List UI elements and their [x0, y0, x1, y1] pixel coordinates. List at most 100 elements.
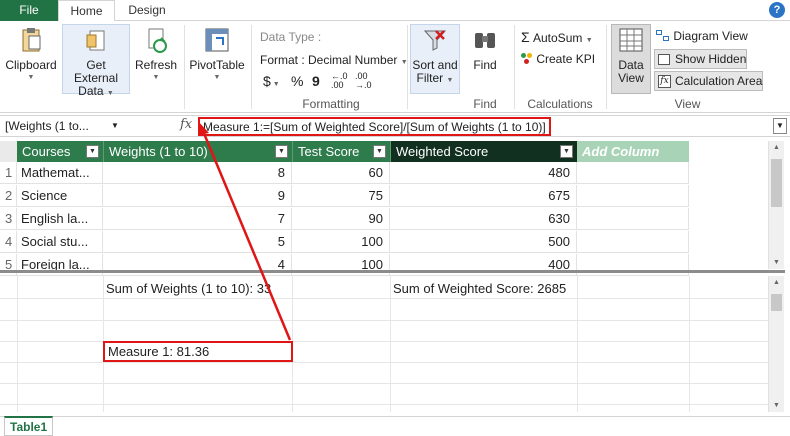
- scrollbar-thumb[interactable]: [771, 294, 782, 311]
- currency-icon: $: [263, 73, 271, 89]
- increase-decimal-icon[interactable]: ←.0.00: [331, 72, 348, 90]
- table-cell[interactable]: 675: [390, 185, 577, 207]
- scrollbar-thumb[interactable]: [771, 159, 782, 207]
- row-number[interactable]: 1: [0, 162, 17, 184]
- sort-and-filter-button[interactable]: Sort and Filter ▼: [410, 24, 460, 94]
- table-cell[interactable]: Social stu...: [17, 231, 103, 253]
- filter-dropdown-icon[interactable]: ▼: [275, 145, 288, 158]
- column-header-courses[interactable]: Courses ▼: [17, 141, 103, 162]
- filter-dropdown-icon[interactable]: ▼: [560, 145, 573, 158]
- calculation-area-button[interactable]: fx Calculation Area: [654, 71, 763, 91]
- tab-home[interactable]: Home: [58, 0, 115, 22]
- data-view-icon: [619, 28, 643, 52]
- data-view-button[interactable]: Data View: [611, 24, 651, 94]
- column-header-label: Weighted Score: [396, 144, 489, 159]
- help-icon[interactable]: ?: [769, 2, 785, 18]
- show-hidden-button[interactable]: Show Hidden: [654, 49, 747, 69]
- table-cell[interactable]: English la...: [17, 208, 103, 230]
- currency-button[interactable]: $ ▼: [263, 73, 280, 89]
- filter-dropdown-icon[interactable]: ▼: [86, 145, 99, 158]
- scroll-down-icon[interactable]: ▼: [769, 402, 784, 409]
- row-number[interactable]: 2: [0, 185, 17, 207]
- formula-bar: [Weights (1 to... ▼ fx Measure 1:=[Sum o…: [0, 115, 790, 137]
- formula-input[interactable]: Measure 1:=[Sum of Weighted Score]/[Sum …: [198, 117, 551, 136]
- table-cell[interactable]: 60: [292, 162, 390, 184]
- empty-cell[interactable]: [577, 231, 689, 253]
- create-kpi-label: Create KPI: [536, 52, 596, 66]
- comma-style-icon[interactable]: 9: [312, 73, 320, 89]
- measure-1-cell[interactable]: Measure 1: 81.36: [103, 341, 293, 362]
- tab-design[interactable]: Design: [118, 0, 176, 22]
- table-cell[interactable]: 480: [390, 162, 577, 184]
- row-number[interactable]: 3: [0, 208, 17, 230]
- scroll-up-icon[interactable]: ▲: [769, 279, 784, 286]
- clipboard-button[interactable]: Clipboard ▼: [3, 25, 59, 91]
- empty-cell[interactable]: [577, 208, 689, 230]
- column-header-test-score[interactable]: Test Score ▼: [292, 141, 390, 162]
- table-cell[interactable]: 100: [292, 231, 390, 253]
- empty-cell[interactable]: [577, 185, 689, 207]
- table-cell[interactable]: 5: [103, 231, 292, 253]
- chevron-down-icon: ▼: [213, 74, 221, 81]
- get-external-data-label-2: Data: [78, 84, 104, 98]
- find-button[interactable]: Find: [466, 25, 504, 91]
- get-external-data-button[interactable]: Get External Data ▼: [62, 24, 130, 98]
- percent-icon[interactable]: %: [291, 73, 303, 89]
- table-cell[interactable]: 8: [103, 162, 292, 184]
- table-cell[interactable]: 90: [292, 208, 390, 230]
- add-column-header[interactable]: Add Column: [577, 141, 689, 162]
- table-cell[interactable]: 7: [103, 208, 292, 230]
- empty-cell[interactable]: [577, 162, 689, 184]
- sum-of-weights-measure[interactable]: Sum of Weights (1 to 10): 33: [106, 281, 271, 296]
- row-number[interactable]: 4: [0, 231, 17, 253]
- chevron-down-icon: ▼: [152, 74, 160, 81]
- sum-of-weighted-score-measure[interactable]: Sum of Weighted Score: 2685: [393, 281, 566, 296]
- expand-formula-icon[interactable]: ▼: [773, 118, 787, 134]
- kpi-icon: [521, 53, 533, 65]
- filter-dropdown-icon[interactable]: ▼: [373, 145, 386, 158]
- calculation-area-label: Calculation Area: [675, 74, 763, 88]
- calc-area-vertical-scrollbar[interactable]: ▲ ▼: [768, 276, 784, 412]
- autosum-button[interactable]: Σ AutoSum ▼: [521, 29, 593, 45]
- show-hidden-label: Show Hidden: [675, 52, 747, 66]
- chevron-down-icon: ▼: [106, 90, 114, 97]
- select-all-corner[interactable]: [0, 141, 17, 162]
- scroll-down-icon[interactable]: ▼: [769, 259, 784, 266]
- create-kpi-button[interactable]: Create KPI: [521, 52, 595, 66]
- table-vertical-scrollbar[interactable]: ▲ ▼: [768, 141, 784, 269]
- diagram-view-label: Diagram View: [673, 29, 748, 43]
- calculation-area-splitter[interactable]: [0, 270, 785, 273]
- diagram-view-button[interactable]: Diagram View: [656, 29, 748, 43]
- pivottable-button[interactable]: PivotTable ▼: [187, 25, 247, 91]
- sort-filter-label-2: Filter: [416, 71, 444, 85]
- name-box[interactable]: [Weights (1 to... ▼: [5, 119, 119, 133]
- fx-icon[interactable]: fx: [180, 117, 192, 132]
- separator: [514, 25, 515, 109]
- binoculars-icon: [475, 33, 495, 48]
- table-cell[interactable]: Science: [17, 185, 103, 207]
- scroll-up-icon[interactable]: ▲: [769, 144, 784, 151]
- data-type-label: Data Type :: [260, 30, 322, 44]
- table-cell[interactable]: 75: [292, 185, 390, 207]
- find-label: Find: [473, 58, 497, 72]
- refresh-button[interactable]: Refresh ▼: [133, 25, 179, 91]
- sheet-tab-table1[interactable]: Table1: [4, 416, 54, 436]
- decrease-decimal-icon[interactable]: .00 →.0: [355, 72, 372, 90]
- chevron-down-icon: ▼: [585, 37, 593, 44]
- table-cell[interactable]: Mathemat...: [17, 162, 103, 184]
- sigma-icon: Σ: [521, 29, 530, 45]
- format-dropdown[interactable]: Format : Decimal Number ▼: [260, 53, 408, 67]
- external-data-icon: [86, 30, 105, 51]
- format-label: Format : Decimal Number: [260, 53, 398, 67]
- table-cell[interactable]: 630: [390, 208, 577, 230]
- get-external-data-label-1: Get External: [73, 58, 119, 85]
- column-header-label: Courses: [22, 144, 71, 159]
- tab-file[interactable]: File: [0, 0, 58, 21]
- table-cell[interactable]: 9: [103, 185, 292, 207]
- ribbon: Clipboard ▼ Get External Data ▼ Refresh …: [0, 21, 790, 113]
- column-header-label: Weights (1 to 10): [109, 144, 208, 159]
- column-header-weighted-score[interactable]: Weighted Score ▼: [390, 141, 577, 162]
- calculation-area-icon: fx: [658, 75, 671, 88]
- table-cell[interactable]: 500: [390, 231, 577, 253]
- column-header-weights[interactable]: Weights (1 to 10) ▼: [103, 141, 292, 162]
